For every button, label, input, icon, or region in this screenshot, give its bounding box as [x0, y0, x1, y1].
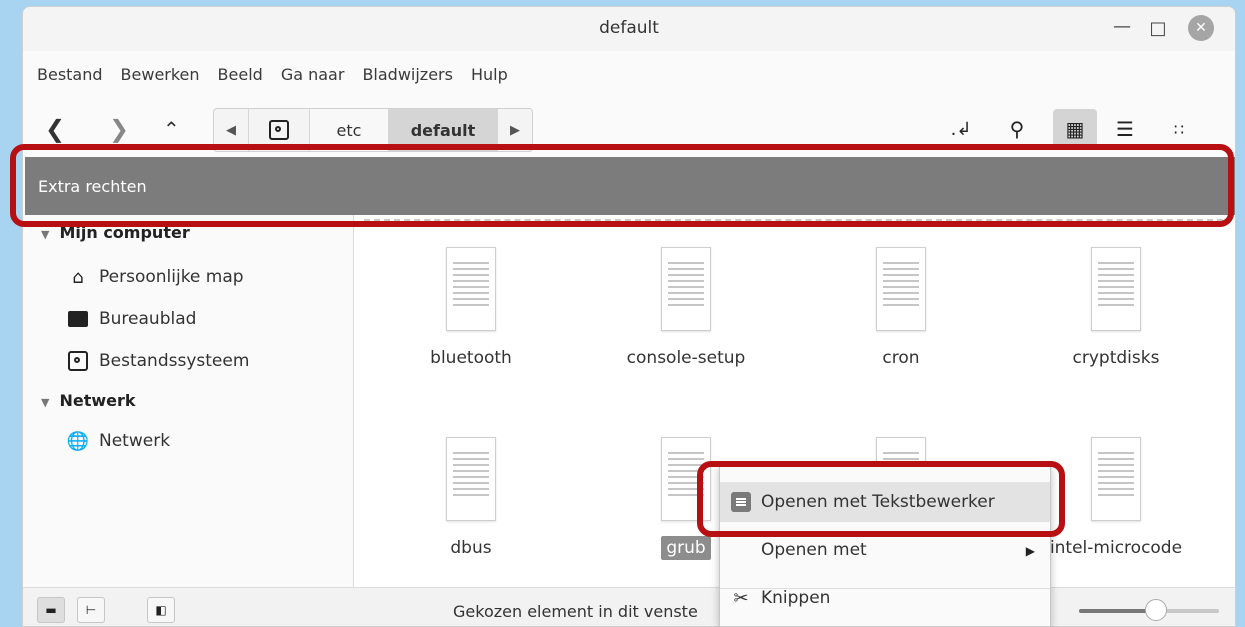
annotation-highlight-permission-bar [10, 144, 1234, 227]
text-file-icon [446, 247, 496, 331]
file-item-console-setup[interactable]: console-setup [606, 247, 766, 370]
compact-view-icon[interactable]: ∷ [1163, 113, 1195, 145]
show-treeview-icon[interactable]: ⊢ [77, 597, 105, 623]
globe-icon: 🌐 [66, 430, 90, 452]
search-icon[interactable]: ⚲ [1001, 113, 1033, 145]
drive-icon [67, 351, 89, 371]
sidebar-item-netwerk[interactable]: 🌐 Netwerk [66, 430, 170, 452]
menu-bewerken[interactable]: Bewerken [121, 65, 200, 84]
minimize-icon[interactable]: — [1109, 13, 1135, 39]
close-icon[interactable]: ✕ [1188, 15, 1214, 41]
forward-icon[interactable]: ❯ [109, 115, 129, 143]
desktop-icon [67, 309, 89, 329]
text-file-icon [1091, 437, 1141, 521]
text-file-icon [661, 247, 711, 331]
sidebar-item-persoonlijke-map[interactable]: ⌂ Persoonlijke map [67, 266, 243, 288]
context-item-cut[interactable]: ✂ Knippen [720, 578, 1050, 618]
collapse-triangle-icon[interactable]: ▼ [41, 228, 49, 241]
file-item-dbus[interactable]: dbus [391, 437, 551, 560]
up-icon[interactable]: ⌃ [163, 117, 180, 141]
text-file-icon [1091, 247, 1141, 331]
scissors-icon: ✂ [733, 587, 749, 609]
menu-bladwijzers[interactable]: Bladwijzers [362, 65, 453, 84]
zoom-slider[interactable] [1079, 599, 1219, 621]
status-bar: ▬ ⊢ ◧ Gekozen element in dit venste [23, 587, 1235, 626]
drive-icon [269, 120, 289, 140]
menu-beeld[interactable]: Beeld [218, 65, 263, 84]
sidebar-item-bureaublad[interactable]: Bureaublad [67, 309, 196, 329]
sidebar-item-bestandssysteem[interactable]: Bestandssysteem [67, 351, 249, 371]
menu-ga-naar[interactable]: Ga naar [281, 65, 345, 84]
show-places-icon[interactable]: ▬ [37, 597, 65, 623]
sidebar: ▼ Mijn computer ⌂ Persoonlijke map Bureaub… [23, 215, 354, 587]
menu-bar: Bestand Bewerken Beeld Ga naar Bladwijze… [23, 57, 526, 91]
list-view-icon[interactable]: ☰ [1109, 113, 1141, 145]
toggle-sidebar-icon[interactable]: ◧ [147, 597, 175, 623]
window-title: default [599, 18, 659, 38]
menu-bestand[interactable]: Bestand [37, 65, 103, 84]
annotation-highlight-context-item [697, 461, 1065, 537]
toggle-location-icon[interactable]: .↲ [945, 113, 977, 145]
zoom-slider-knob[interactable] [1145, 599, 1167, 621]
icon-view-icon[interactable]: ▦ [1053, 109, 1097, 149]
menu-hulp[interactable]: Hulp [471, 65, 508, 84]
file-item-cryptdisks[interactable]: cryptdisks [1036, 247, 1196, 370]
title-bar: default — □ ✕ [23, 7, 1235, 51]
maximize-icon[interactable]: □ [1145, 15, 1171, 41]
status-text: Gekozen element in dit venste [453, 602, 698, 621]
home-icon: ⌂ [72, 266, 84, 288]
sidebar-section-netwerk[interactable]: ▼ Netwerk [41, 391, 136, 410]
text-file-icon [446, 437, 496, 521]
back-icon[interactable]: ❮ [45, 115, 65, 143]
text-file-icon [876, 247, 926, 331]
file-item-bluetooth[interactable]: bluetooth [391, 247, 551, 370]
file-item-cron[interactable]: cron [821, 247, 981, 370]
submenu-arrow-icon: ▶ [1025, 544, 1035, 558]
collapse-triangle-icon[interactable]: ▼ [41, 396, 49, 409]
